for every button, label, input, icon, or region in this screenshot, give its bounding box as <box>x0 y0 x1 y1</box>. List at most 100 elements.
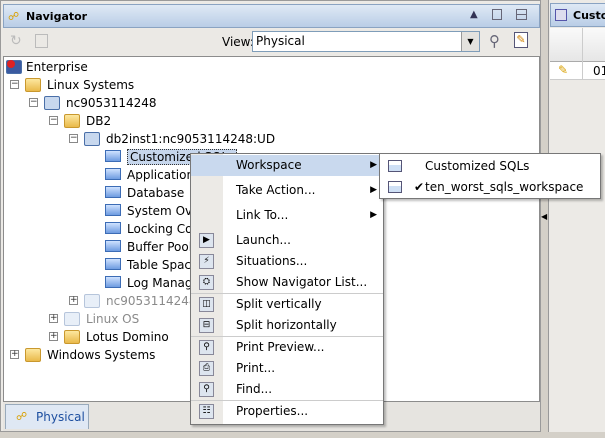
tree-item-label: nc9053114248: <box>106 294 201 308</box>
expand-icon[interactable]: + <box>69 296 78 305</box>
menu-item-label: Link To... <box>236 208 289 222</box>
split-horizontal-icon: ⊟ <box>199 318 214 333</box>
table-cell: 01 <box>593 64 605 78</box>
enterprise-icon <box>6 60 22 74</box>
submenu-item-label: Customized SQLs <box>425 159 530 173</box>
menu-item-label: Split horizontally <box>236 318 337 332</box>
monitor-icon <box>105 150 121 162</box>
menu-item-situations[interactable]: ⚡ Situations... <box>191 251 383 272</box>
splitter[interactable]: ◀ <box>541 0 548 432</box>
update-icon[interactable]: ↻ <box>10 33 22 49</box>
collapse-icon[interactable]: − <box>49 116 58 125</box>
expand-icon[interactable]: + <box>49 332 58 341</box>
folder-icon <box>64 330 80 344</box>
table-icon <box>555 9 567 21</box>
menu-item-workspace[interactable]: Workspace ▶ <box>191 155 383 176</box>
menu-item-show-navigator-list[interactable]: ⛭ Show Navigator List... <box>191 272 383 293</box>
expand-icon[interactable]: + <box>10 350 19 359</box>
menu-item-label: Print... <box>236 361 276 375</box>
tree-item-label: Linux OS <box>86 312 140 326</box>
submenu-arrow-icon: ▶ <box>370 160 377 170</box>
menu-item-label: Split vertically <box>236 297 322 311</box>
menu-item-properties[interactable]: ☷ Properties... <box>191 401 383 422</box>
tree-item[interactable]: − Linux Systems <box>4 76 534 94</box>
menu-item-take-action[interactable]: Take Action... ▶ <box>191 180 383 201</box>
navigator-titlebar: ☍ Navigator ▲ <box>3 4 540 28</box>
menu-item-find[interactable]: ⚲ Find... <box>191 379 383 400</box>
tree-item-label: Windows Systems <box>47 348 156 362</box>
tab-physical-label: Physical <box>36 410 85 424</box>
menu-item-launch[interactable]: ▶ Launch... <box>191 230 383 251</box>
split-vertical-icon[interactable] <box>492 9 502 20</box>
monitor-icon <box>105 222 121 234</box>
tree-item-label: DB2 <box>86 114 112 128</box>
collapse-icon[interactable]: − <box>10 80 19 89</box>
folder-icon <box>25 78 41 92</box>
split-horizontal-icon[interactable] <box>516 9 527 20</box>
tree-item[interactable]: − DB2 <box>4 112 534 130</box>
find-icon: ⚲ <box>199 382 214 397</box>
menu-item-split-horizontally[interactable]: ⊟ Split horizontally <box>191 315 383 336</box>
menu-item-label: Take Action... <box>236 183 316 197</box>
menu-item-print[interactable]: ⎙ Print... <box>191 358 383 379</box>
monitor-icon <box>105 186 121 198</box>
tree-item-label: Database <box>127 186 185 200</box>
submenu-item-workspace[interactable]: ✔ ten_worst_sqls_workspace <box>380 177 600 198</box>
monitor-icon <box>105 276 121 288</box>
submenu-arrow-icon: ▶ <box>370 210 377 220</box>
right-panel-title: Custo <box>573 9 605 22</box>
properties-icon: ☷ <box>199 404 214 419</box>
chevron-down-icon[interactable]: ▼ <box>461 32 479 51</box>
tree-item[interactable]: Enterprise <box>4 58 534 76</box>
monitor-icon <box>105 258 121 270</box>
navigator-icon: ☍ <box>16 410 28 423</box>
edit-navigator-icon[interactable]: ✎ <box>514 32 528 48</box>
tree-item-label: nc9053114248 <box>66 96 157 110</box>
menu-item-split-vertically[interactable]: ◫ Split vertically <box>191 294 383 315</box>
expand-icon[interactable]: + <box>49 314 58 323</box>
table-row[interactable]: ✎ 01 <box>550 62 605 80</box>
menu-item-label: Properties... <box>236 404 309 418</box>
monitor-icon <box>105 168 121 180</box>
tree-item-label: Table Space <box>127 258 199 272</box>
menu-item-label: Print Preview... <box>236 340 325 354</box>
folder-icon <box>64 114 80 128</box>
navigator-title: Navigator <box>26 10 88 23</box>
menu-item-link-to[interactable]: Link To... ▶ <box>191 205 383 226</box>
workspace-icon <box>388 181 402 193</box>
submenu-item-workspace[interactable]: Customized SQLs <box>380 156 600 177</box>
tree-item-label: Enterprise <box>26 60 88 74</box>
folder-icon <box>25 348 41 362</box>
view-select[interactable]: Physical ▼ <box>252 31 480 52</box>
tree-item-label: Locking Cor <box>127 222 198 236</box>
tree-item-label: System Ove <box>127 204 200 218</box>
navigator-icon: ☍ <box>8 10 20 23</box>
tree-item-label: db2inst1:nc9053114248:UD <box>106 132 276 146</box>
tree-item[interactable]: − db2inst1:nc9053114248:UD <box>4 130 534 148</box>
menu-item-print-preview[interactable]: ⚲ Print Preview... <box>191 337 383 358</box>
collapse-left-icon[interactable]: ◀ <box>541 212 547 221</box>
maximize-icon[interactable]: ▲ <box>470 9 478 20</box>
menu-item-label: Launch... <box>236 233 291 247</box>
situations-icon: ⚡ <box>199 254 214 269</box>
view-select-value: Physical <box>256 34 305 48</box>
menu-item-label: Workspace <box>236 158 302 172</box>
context-menu: Workspace ▶ Take Action... ▶ Link To... ▶ ▶ Lau… <box>190 153 384 425</box>
tab-physical[interactable]: ☍ Physical <box>5 404 89 429</box>
monitor-icon <box>105 240 121 252</box>
tree-item-label: Lotus Domino <box>86 330 169 344</box>
collapse-icon[interactable]: − <box>29 98 38 107</box>
link-icon[interactable]: ✎ <box>558 63 568 77</box>
workspace-submenu: Customized SQLs ✔ ten_worst_sqls_workspace <box>379 153 601 199</box>
print-preview-icon: ⚲ <box>199 340 214 355</box>
submenu-item-label: ten_worst_sqls_workspace <box>425 180 584 194</box>
tree-item-label: Linux Systems <box>47 78 135 92</box>
collapse-icon[interactable]: − <box>69 134 78 143</box>
print-icon: ⎙ <box>199 361 214 376</box>
edit-icon[interactable] <box>35 34 48 48</box>
tree-item[interactable]: − nc9053114248 <box>4 94 534 112</box>
menu-item-label: Find... <box>236 382 273 396</box>
agent-icon <box>64 312 80 326</box>
submenu-arrow-icon: ▶ <box>370 185 377 195</box>
find-icon[interactable]: ⚲ <box>489 32 500 50</box>
